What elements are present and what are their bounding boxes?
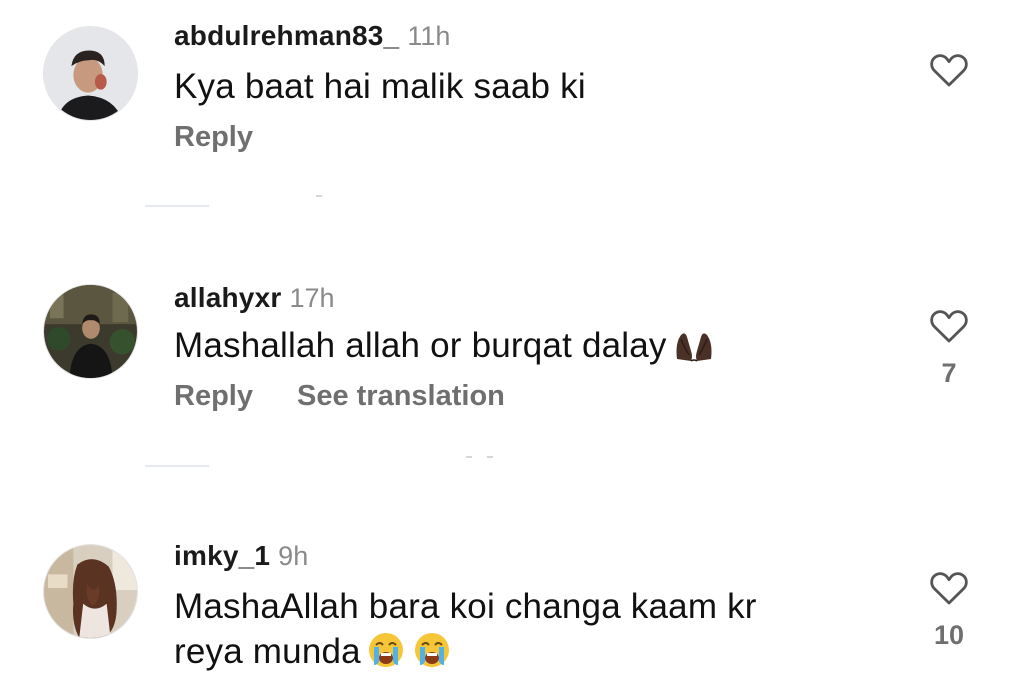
timestamp: 11h (407, 21, 451, 51)
like-count: 10 (933, 620, 965, 650)
heart-outline-icon[interactable] (929, 52, 969, 88)
divider-dot (487, 456, 493, 458)
avatar[interactable] (43, 284, 138, 379)
heart-outline-icon[interactable] (929, 570, 969, 606)
username[interactable]: allahyxr (174, 282, 281, 313)
comment-text-content: Mashallah allah or burqat dalay (174, 326, 667, 365)
divider (145, 465, 209, 467)
avatar[interactable] (43, 26, 138, 121)
username[interactable]: imky_1 (174, 540, 270, 571)
avatar[interactable] (43, 544, 138, 639)
loudly-crying-face-emoji-icon (367, 631, 453, 680)
user-avatar-photo-icon (44, 27, 137, 120)
see-translation-button[interactable]: See translation (297, 380, 505, 412)
heart-outline-icon[interactable] (929, 308, 969, 344)
divider (145, 205, 209, 207)
divider-dot (316, 195, 322, 197)
user-avatar-photo-icon (44, 545, 137, 638)
reply-button[interactable]: Reply (174, 121, 253, 153)
timestamp: 17h (289, 283, 335, 313)
like-count: 7 (941, 358, 957, 388)
comment-text: MashaAllah bara koi changa kaam kr reya … (174, 584, 757, 680)
comment-text-content: reya munda (174, 632, 361, 671)
comment-text: Kya baat hai malik saab ki (174, 67, 586, 106)
user-avatar-photo-icon (44, 285, 137, 378)
divider-dot (466, 456, 472, 458)
like-control (928, 52, 970, 88)
comment-text: Mashallah allah or burqat dalay (174, 323, 715, 374)
comment-item: allahyxr 17h Mashallah allah or burqat da… (0, 260, 1024, 460)
reply-button[interactable]: Reply (174, 380, 253, 412)
like-control: 7 (928, 308, 970, 389)
username[interactable]: abdulrehman83_ (174, 20, 399, 51)
comment-item: abdulrehman83_ 11h Kya baat hai malik saa… (0, 0, 1024, 200)
comment-text-line: MashaAllah bara koi changa kaam kr (174, 587, 757, 626)
like-control: 10 (928, 570, 970, 651)
comments-list: abdulrehman83_ 11h Kya baat hai malik saa… (0, 0, 1024, 687)
timestamp: 9h (278, 541, 309, 571)
praying-hands-emoji-icon (673, 329, 715, 374)
comment-text-line: reya munda (174, 629, 757, 680)
comment-item: imky_1 9h MashaAllah bara koi changa kaam… (0, 520, 1024, 687)
